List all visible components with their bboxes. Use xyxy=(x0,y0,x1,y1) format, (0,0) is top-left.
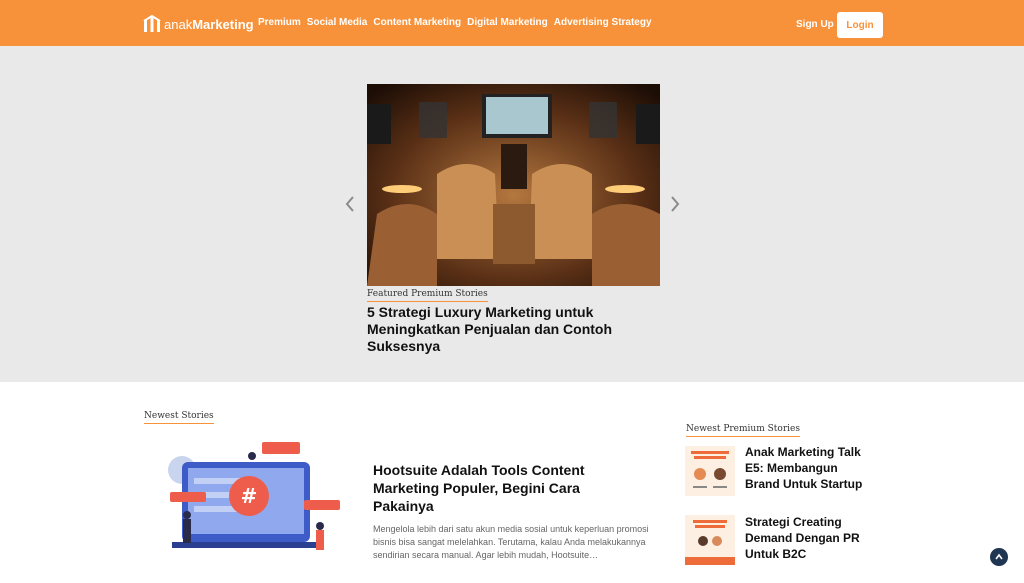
premium-item-title[interactable]: Anak Marketing Talk E5: Membangun Brand … xyxy=(745,444,875,492)
premium-thumbnail[interactable] xyxy=(685,515,735,565)
featured-image[interactable] xyxy=(367,84,660,286)
login-button[interactable]: Login xyxy=(837,12,883,38)
featured-kicker: Featured Premium Stories xyxy=(367,289,488,302)
chevron-left-icon[interactable] xyxy=(342,194,358,214)
signup-link[interactable]: Sign Up xyxy=(796,19,834,30)
story-excerpt: Mengelola lebih dari satu akun media sos… xyxy=(373,524,649,560)
newest-premium-kicker: Newest Premium Stories xyxy=(686,424,800,437)
story-title[interactable]: Hootsuite Adalah Tools Content Marketing… xyxy=(373,461,603,515)
site-logo[interactable]: anak Marketing xyxy=(143,14,254,34)
nav-premium[interactable]: Premium xyxy=(258,17,301,28)
chevron-right-icon[interactable] xyxy=(667,194,683,214)
nav-content-marketing[interactable]: Content Marketing xyxy=(373,17,461,28)
featured-title[interactable]: 5 Strategi Luxury Marketing untuk Mening… xyxy=(367,304,627,355)
arrow-up-icon[interactable] xyxy=(990,548,1008,566)
premium-item-title[interactable]: Strategi Creating Demand Dengan PR Untuk… xyxy=(745,514,875,562)
newest-stories-kicker: Newest Stories xyxy=(144,411,214,424)
svg-text:#: # xyxy=(241,484,258,508)
logo-text-bold: Marketing xyxy=(192,16,254,32)
nav-social-media[interactable]: Social Media xyxy=(307,17,368,28)
nav-advertising-strategy[interactable]: Advertising Strategy xyxy=(554,17,652,28)
site-header: anak Marketing Premium Social Media Cont… xyxy=(0,0,1024,46)
logo-text-light: anak xyxy=(164,16,193,32)
nav-digital-marketing[interactable]: Digital Marketing xyxy=(467,17,548,28)
logo-icon xyxy=(143,15,161,32)
featured-carousel: Featured Premium Stories 5 Strategi Luxu… xyxy=(0,46,1024,382)
main-nav: Premium Social Media Content Marketing D… xyxy=(258,17,652,28)
premium-thumbnail[interactable] xyxy=(685,446,735,496)
story-illustration[interactable]: # xyxy=(152,440,344,556)
